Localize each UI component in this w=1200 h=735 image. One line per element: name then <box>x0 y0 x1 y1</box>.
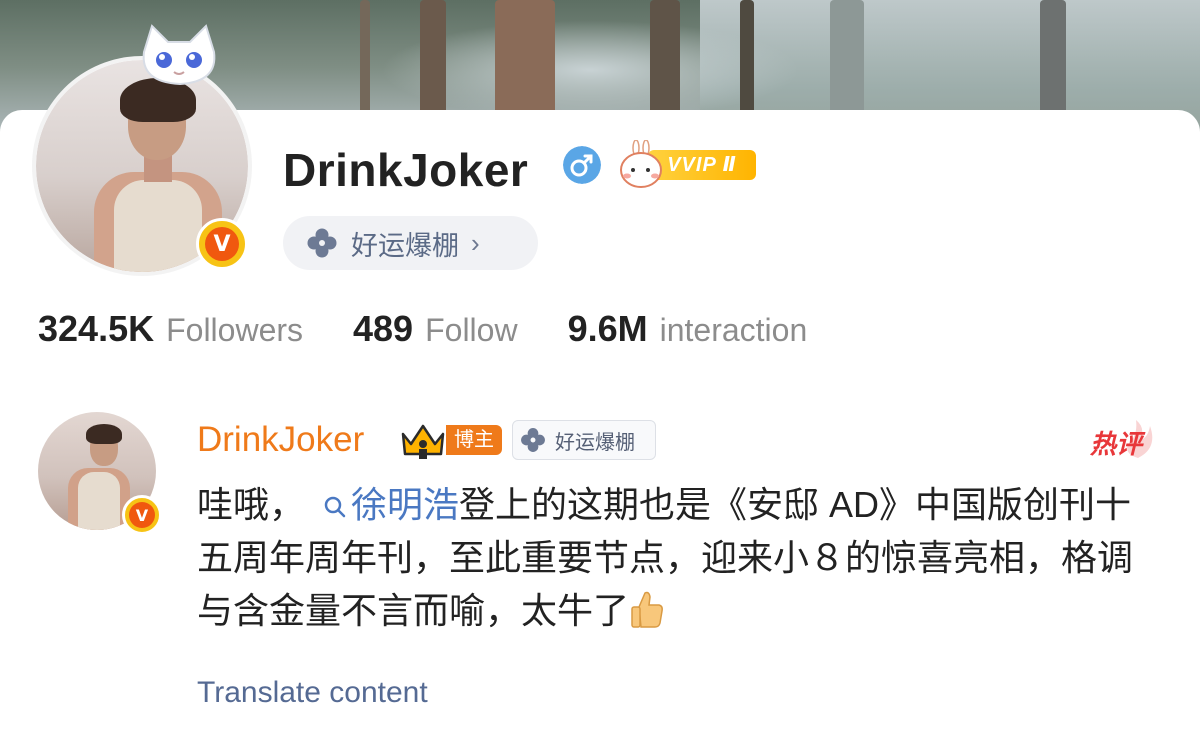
followers-count[interactable]: 324.5K <box>38 308 154 350</box>
chevron-right-icon: › <box>471 227 480 258</box>
luck-status-button[interactable]: 好运爆棚 › <box>283 216 538 270</box>
comment-verified-badge: V <box>122 495 162 535</box>
profile-stats: 324.5K Followers 489 Follow 9.6M interac… <box>38 308 857 356</box>
clover-icon <box>521 428 545 452</box>
profile-username: DrinkJoker <box>283 144 529 196</box>
comment-luck-badge: 好运爆棚 <box>512 420 656 460</box>
interaction-label: interaction <box>659 312 808 348</box>
follow-count[interactable]: 489 <box>353 308 413 350</box>
vvip-badge[interactable]: VVIP Ⅱ <box>618 140 760 190</box>
luck-status-label: 好运爆棚 <box>351 230 459 261</box>
rabbit-icon <box>620 140 662 188</box>
crown-icon <box>401 424 445 459</box>
follow-label[interactable]: Follow <box>425 312 517 349</box>
comment-author[interactable]: DrinkJoker <box>197 420 364 460</box>
cat-avatar-frame-icon <box>142 24 216 86</box>
translate-content-link[interactable]: Translate content <box>197 676 428 710</box>
interaction-count: 9.6M <box>567 308 648 349</box>
blogger-badge: 博主 <box>446 425 502 455</box>
verified-v-badge: V <box>196 218 248 270</box>
followers-label[interactable]: Followers <box>166 312 303 349</box>
hot-comment-tag: 热评 <box>1088 418 1160 462</box>
comment-text: 哇哦， 徐明浩登上的这期也是《安邸 AD》中国版创刊十五周年周年刊，至此重要节点，… <box>197 484 1134 631</box>
male-gender-icon <box>563 146 601 184</box>
clover-icon <box>307 228 337 258</box>
thumbs-up-emoji-icon <box>631 591 663 628</box>
topic-mention-link[interactable]: 徐明浩 <box>305 484 459 525</box>
search-icon <box>324 497 346 518</box>
